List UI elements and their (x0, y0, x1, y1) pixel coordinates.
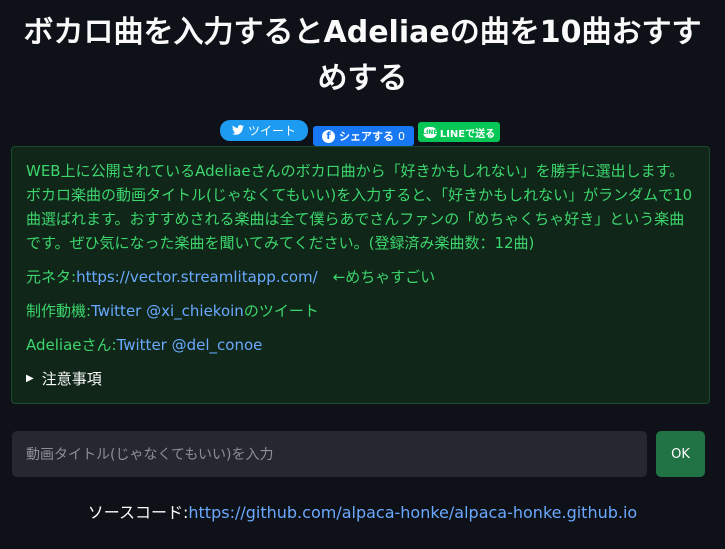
triangle-right-icon: ▶ (26, 373, 34, 384)
twitter-bird-icon (231, 124, 244, 138)
origin-suffix: ←めちゃすごい (317, 268, 436, 286)
line-share-label: LINEで送る (439, 128, 496, 140)
origin-link[interactable]: https://vector.streamlitapp.com/ (76, 268, 318, 286)
facebook-share-count: 0 (398, 129, 405, 143)
notes-details-label: 注意事項 (41, 370, 102, 388)
line-icon: LINE (422, 126, 438, 138)
motive-line: 制作動機:Twitter @xi_chiekoinのツイート (26, 299, 695, 323)
title-input[interactable]: 動画タイトル(じゃなくてもいい)を入力 (12, 431, 647, 477)
origin-line: 元ネタ:https://vector.streamlitapp.com/ ←めち… (26, 265, 695, 289)
line-share-button[interactable]: LINE LINEで送る (418, 122, 500, 142)
motive-suffix: のツイート (243, 302, 319, 320)
ok-button[interactable]: OK (656, 431, 705, 477)
facebook-icon: f (322, 129, 335, 143)
adeliae-line: Adeliaeさん:Twitter @del_conoe (26, 333, 695, 357)
motive-link[interactable]: Twitter @xi_chiekoin (91, 302, 244, 320)
tweet-button[interactable]: ツイート (220, 120, 308, 141)
title-input-placeholder: 動画タイトル(じゃなくてもいい)を入力 (26, 447, 274, 463)
facebook-share-label: シェアする (339, 130, 394, 143)
notes-details-toggle[interactable]: ▶ 注意事項 (26, 367, 695, 391)
info-box: WEB上に公開されているAdeliaeさんのボカロ曲から「好きかもしれない」を勝… (11, 146, 710, 404)
origin-prefix: 元ネタ: (26, 268, 77, 286)
share-buttons: ツイート f シェアする 0 LINE LINEで送る (0, 120, 725, 148)
tweet-label: ツイート (247, 124, 296, 138)
page-title-line-1: ボカロ曲を入力するとAdeliaeの曲を10曲おすす (23, 15, 702, 50)
adeliae-link[interactable]: Twitter @del_conoe (117, 336, 263, 354)
description-text: WEB上に公開されているAdeliaeさんのボカロ曲から「好きかもしれない」を勝… (26, 162, 693, 252)
facebook-share-button[interactable]: f シェアする 0 (313, 126, 414, 146)
page-title: ボカロ曲を入力するとAdeliaeの曲を10曲おすす めする (0, 10, 725, 102)
source-prefix: ソースコード: (87, 503, 189, 522)
motive-prefix: 制作動機: (26, 302, 92, 320)
source-link[interactable]: https://github.com/alpaca-honke/alpaca-h… (188, 503, 637, 522)
page-title-line-2: めする (317, 61, 408, 96)
source-code-line: ソースコード:https://github.com/alpaca-honke/a… (0, 499, 725, 523)
adeliae-prefix: Adeliaeさん: (26, 336, 117, 354)
